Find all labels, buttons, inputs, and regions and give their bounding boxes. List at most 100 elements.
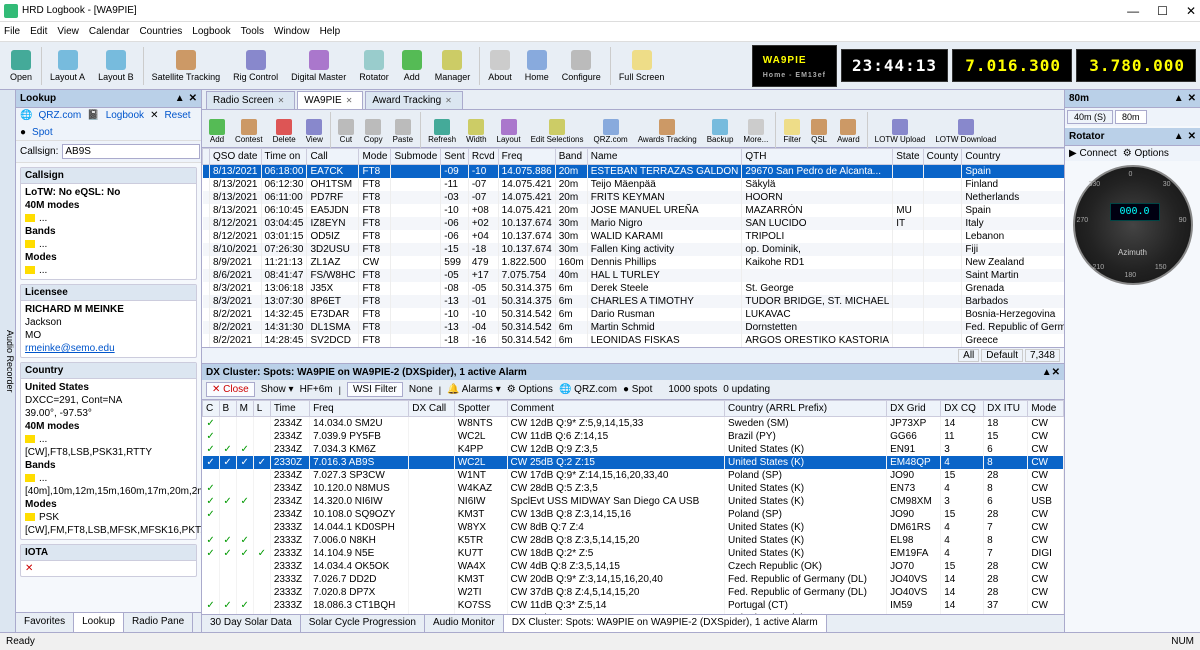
tb-digital-master[interactable]: Digital Master (285, 48, 353, 84)
log-row[interactable]: 8/13/202106:18:00EA7CKFT8-09-1014.075.88… (203, 165, 1065, 179)
ct-qsl[interactable]: QSL (806, 119, 832, 144)
dx-row[interactable]: 2334Z7.027.3 SP3CWW1NTCW 17dB Q:9* Z:14,… (203, 469, 1064, 482)
subtab-radio-screen[interactable]: Radio Screen✕ (206, 91, 295, 109)
callsign-input[interactable] (62, 144, 200, 159)
dx-row[interactable]: ✓✓✓✓2330Z7.016.3 AB9SWC2LCW 25dB Q:2 Z:1… (203, 456, 1064, 469)
log-row[interactable]: 8/13/202106:11:00PD7RFFT8-03-0714.075.42… (203, 191, 1065, 204)
tb-rotator[interactable]: Rotator (353, 48, 396, 84)
bottab-1[interactable]: Solar Cycle Progression (301, 615, 425, 632)
log-row[interactable]: 8/13/202106:12:30OH1TSMFT8-11-0714.075.4… (203, 178, 1065, 191)
log-row[interactable]: 8/10/202107:26:303D2USUFT8-15-1810.137.6… (203, 243, 1065, 256)
tb-layout-a[interactable]: Layout A (44, 48, 92, 84)
ct-backup[interactable]: Backup (702, 119, 739, 144)
dx-row[interactable]: ✓✓✓2334Z7.034.3 KM6ZK4PPCW 12dB Q:9 Z:3,… (203, 443, 1064, 456)
ct-contest[interactable]: Contest (230, 119, 268, 144)
tb-add[interactable]: Add (396, 48, 429, 84)
lefttab-favorites[interactable]: Favorites (16, 613, 74, 632)
close-icon[interactable]: ✕ (278, 96, 285, 105)
dx-alarms[interactable]: 🔔 Alarms ▾ (447, 384, 501, 395)
close-icon[interactable]: ✕ (1186, 4, 1196, 18)
menu-help[interactable]: Help (320, 26, 341, 37)
dx-none[interactable]: None (409, 384, 433, 395)
ct-award[interactable]: Award (832, 119, 865, 144)
menu-tools[interactable]: Tools (241, 26, 264, 37)
bottab-0[interactable]: 30 Day Solar Data (202, 615, 301, 632)
tb-full-screen[interactable]: Full Screen (613, 48, 672, 84)
ct-qrz-com[interactable]: QRZ.com (588, 119, 632, 144)
lookup-reset[interactable]: Reset (164, 110, 190, 121)
maximize-icon[interactable]: ☐ (1157, 4, 1168, 18)
sec-iota-hdr[interactable]: IOTA (21, 545, 196, 561)
tb-satellite-tracking[interactable]: Satellite Tracking (146, 48, 228, 84)
tb-configure[interactable]: Configure (556, 48, 608, 84)
lefttab-radio-pane[interactable]: Radio Pane (124, 613, 193, 632)
dx-show[interactable]: Show ▾ (261, 384, 294, 395)
menu-calendar[interactable]: Calendar (89, 26, 130, 37)
dx-row[interactable]: 2333Z14.044.1 KD0SPHW8YXCW 8dB Q:7 Z:4Un… (203, 521, 1064, 534)
log-row[interactable]: 8/9/202111:21:13ZL1AZCW5994791.822.50016… (203, 256, 1065, 269)
menu-file[interactable]: File (4, 26, 20, 37)
log-row[interactable]: 8/3/202113:06:18J35XFT8-08-0550.314.3756… (203, 282, 1065, 295)
menu-view[interactable]: View (57, 26, 79, 37)
log-row[interactable]: 8/2/202114:28:45SV2DCDFT8-18-1650.314.54… (203, 334, 1065, 347)
dx-row[interactable]: 2333Z7.026.7 DD2DKM3TCW 20dB Q:9* Z:3,14… (203, 573, 1064, 586)
band-80m[interactable]: 80m (1115, 110, 1147, 124)
bottab-2[interactable]: Audio Monitor (425, 615, 504, 632)
log-row[interactable]: 8/12/202103:01:15OD5IZFT8-06+0410.137.67… (203, 230, 1065, 243)
dx-row[interactable]: ✓✓✓2334Z14.320.0 NI6IWNI6IWSpclEvt USS M… (203, 495, 1064, 508)
ct-awards-tracking[interactable]: Awards Tracking (633, 119, 702, 144)
tb-open[interactable]: Open (4, 48, 39, 84)
rot-options[interactable]: ⚙ Options (1123, 148, 1169, 159)
rot-connect[interactable]: ▶ Connect (1069, 148, 1117, 159)
ct-refresh[interactable]: Refresh (423, 119, 461, 144)
dx-row[interactable]: 2333Z7.020.8 DP7XW2TICW 37dB Q:8 Z:4,5,1… (203, 586, 1064, 599)
ct-width[interactable]: Width (461, 119, 491, 144)
dx-close-icon[interactable]: ✕ (1052, 367, 1060, 378)
licensee-email[interactable]: rmeinke@semo.edu (25, 343, 115, 354)
ct-filter[interactable]: Filter (778, 119, 806, 144)
dx-row[interactable]: ✓✓✓2333Z18.086.3 CT1BQHKO7SSCW 11dB Q:3*… (203, 599, 1064, 612)
subtab-award-tracking[interactable]: Award Tracking✕ (365, 91, 462, 109)
dx-row[interactable]: ✓✓✓✓2333Z14.104.9 N5EKU7TCW 18dB Q:2* Z:… (203, 547, 1064, 560)
tb-layout-b[interactable]: Layout B (92, 48, 141, 84)
audio-recorder-tab[interactable]: Audio Recorder (0, 90, 16, 632)
dx-row[interactable]: ✓✓✓2333Z7.006.0 N8KHK5TRCW 28dB Q:8 Z:3,… (203, 534, 1064, 547)
ct-copy[interactable]: Copy (359, 119, 388, 144)
subtab-wa9pie[interactable]: WA9PIE✕ (297, 91, 363, 109)
dx-row[interactable]: ✓2334Z14.034.0 SM2UW8NTSCW 12dB Q:9* Z:5… (203, 417, 1064, 431)
log-row[interactable]: 8/13/202106:10:45EA5JDNFT8-10+0814.075.4… (203, 204, 1065, 217)
menu-logbook[interactable]: Logbook (192, 26, 230, 37)
azimuth-gauge[interactable]: 000.0 Azimuth 0 30 90 150 180 210 270 33… (1073, 165, 1193, 285)
log-row[interactable]: 8/6/202108:41:47FS/W8HCFT8-05+177.075.75… (203, 269, 1065, 282)
ct-lotw-upload[interactable]: LOTW Upload (870, 119, 931, 144)
ct-add[interactable]: Add (204, 119, 230, 144)
minimize-icon[interactable]: — (1127, 4, 1139, 18)
lefttab-lookup[interactable]: Lookup (74, 613, 124, 632)
lookup-spot[interactable]: Spot (32, 127, 53, 138)
log-row[interactable]: 8/12/202103:04:45IZ8EYNFT8-06+0210.137.6… (203, 217, 1065, 230)
menu-window[interactable]: Window (274, 26, 310, 37)
close-icon[interactable]: ✕ (346, 96, 353, 105)
menu-edit[interactable]: Edit (30, 26, 47, 37)
ct-edit-selections[interactable]: Edit Selections (526, 119, 589, 144)
dx-pin-icon[interactable]: ▲ (1042, 367, 1052, 378)
log-row[interactable]: 8/2/202114:31:30DL1SMAFT8-13-0450.314.54… (203, 321, 1065, 334)
dx-qrz[interactable]: 🌐 QRZ.com (559, 384, 617, 395)
close-icon[interactable]: ✕ (445, 96, 452, 105)
ct-more---[interactable]: More... (738, 119, 773, 144)
pin-icon[interactable]: ▲ (175, 93, 185, 104)
lookup-logbook[interactable]: Logbook (106, 110, 144, 121)
menu-countries[interactable]: Countries (139, 26, 182, 37)
ct-paste[interactable]: Paste (388, 119, 418, 144)
tb-rig-control[interactable]: Rig Control (227, 48, 285, 84)
tb-about[interactable]: About (482, 48, 519, 84)
dx-close-btn[interactable]: ✕ Close (206, 382, 255, 397)
dx-row[interactable]: ✓2334Z10.108.0 SQ9OZYKM3TCW 13dB Q:8 Z:3… (203, 508, 1064, 521)
ct-lotw-download[interactable]: LOTW Download (930, 119, 1001, 144)
sec-country-hdr[interactable]: Country (21, 363, 196, 379)
band-40m[interactable]: 40m (S) (1067, 110, 1113, 124)
rot-close-icon[interactable]: ✕ (1188, 131, 1196, 142)
dx-hf[interactable]: HF+6m (300, 384, 333, 395)
lookup-qrz-com[interactable]: QRZ.com (38, 110, 81, 121)
ct-view[interactable]: View (301, 119, 328, 144)
